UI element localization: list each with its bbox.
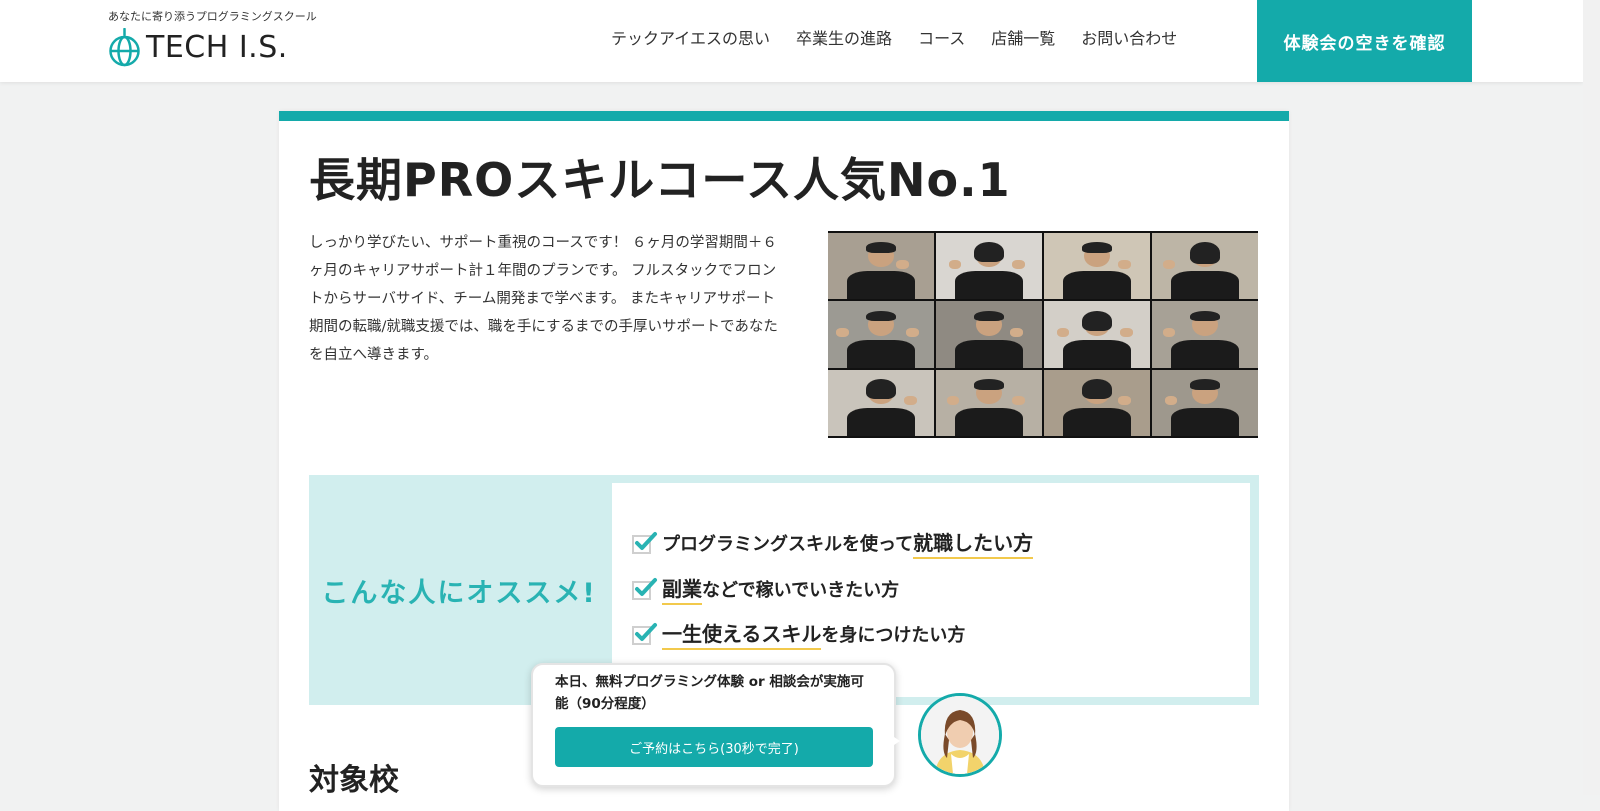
- photo-tile: [1044, 369, 1150, 436]
- scrollbar-track[interactable]: [1583, 0, 1600, 795]
- logo[interactable]: あなたに寄り添うプログラミングスクール TECH I.S.: [108, 8, 328, 70]
- logo-text: TECH I.S.: [146, 30, 288, 65]
- staff-portrait-icon: [921, 696, 999, 774]
- staff-avatar[interactable]: [918, 693, 1002, 777]
- recommendation-highlight: 就職したい方: [913, 527, 1034, 559]
- nav-link-stores[interactable]: 店舗一覧: [978, 26, 1068, 52]
- photo-tile: [828, 369, 934, 436]
- recommendation-highlight: 一生使えるスキル: [662, 618, 822, 650]
- recommendation-item: 一生使えるスキル を身につけたい方: [632, 618, 965, 650]
- site-header: あなたに寄り添うプログラミングスクール TECH I.S. テックアイエスの思い…: [0, 0, 1583, 82]
- photo-tile: [936, 369, 1042, 436]
- recommendation-text: プログラミングスキルを使って: [662, 534, 914, 555]
- main-nav: テックアイエスの思い 卒業生の進路 コース 店舗一覧 お問い合わせ: [598, 26, 1190, 52]
- nav-link-courses[interactable]: コース: [905, 26, 978, 52]
- recommendation-highlight: 副業: [662, 573, 702, 605]
- course-description: しっかり学びたい、サポート重視のコースです！ ６ヶ月の学習期間＋６ヶ月のキャリア…: [309, 235, 778, 363]
- students-photo: [828, 231, 1258, 438]
- recommendation-item: 副業 などで稼いでいきたい方: [632, 573, 899, 605]
- recommendation-text: を身につけたい方: [821, 625, 966, 646]
- nav-link-graduates[interactable]: 卒業生の進路: [783, 26, 905, 52]
- photo-tile: [936, 301, 1042, 368]
- reserve-button[interactable]: ご予約はこちら(30秒で完了): [555, 727, 873, 767]
- checkbox-checked-icon: [632, 623, 657, 645]
- recommendation-text: などで稼いでいきたい方: [702, 580, 900, 601]
- reservation-popup: 本日、無料プログラミング体験 or 相談会が実施可能（90分程度） ご予約はこち…: [531, 663, 896, 787]
- photo-tile: [1152, 369, 1258, 436]
- logo-tagline: あなたに寄り添うプログラミングスクール: [108, 10, 317, 23]
- photo-tile: [1044, 301, 1150, 368]
- checkbox-checked-icon: [632, 532, 657, 554]
- nav-link-philosophy[interactable]: テックアイエスの思い: [598, 26, 783, 52]
- checkbox-checked-icon: [632, 578, 657, 600]
- check-trial-availability-button[interactable]: 体験会の空きを確認: [1257, 0, 1472, 82]
- photo-tile: [1152, 301, 1258, 368]
- globe-logo-icon: [109, 28, 140, 67]
- popup-tail: [888, 733, 900, 749]
- photo-tile: [1044, 233, 1150, 300]
- target-schools-heading: 対象校: [309, 763, 399, 798]
- photo-tile: [828, 233, 934, 300]
- photo-tile: [828, 301, 934, 368]
- photo-tile: [1152, 233, 1258, 300]
- photo-tile: [936, 233, 1042, 300]
- nav-link-contact[interactable]: お問い合わせ: [1068, 26, 1190, 52]
- popup-message: 本日、無料プログラミング体験 or 相談会が実施可能（90分程度）: [555, 674, 864, 712]
- card-accent-bar: [279, 111, 1289, 121]
- course-title: 長期PROスキルコース人気No.1: [309, 153, 1011, 207]
- recommendation-item: プログラミングスキルを使って 就職したい方: [632, 527, 1034, 559]
